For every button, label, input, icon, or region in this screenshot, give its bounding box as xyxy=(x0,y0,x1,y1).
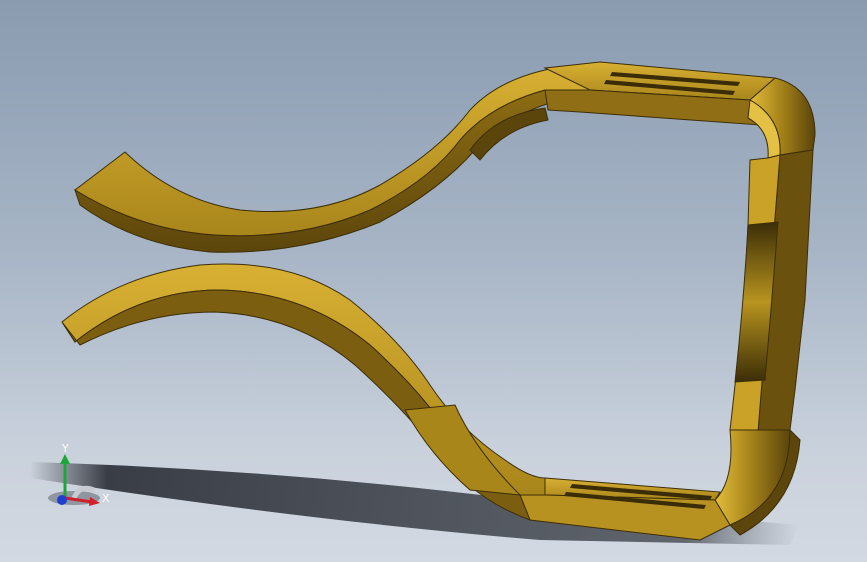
z-axis-dot-icon xyxy=(57,495,67,505)
3d-viewport[interactable]: Y X xyxy=(0,0,867,562)
axis-triad[interactable]: Y X xyxy=(40,440,120,510)
upper-arm-top xyxy=(74,63,601,237)
y-axis-label: Y xyxy=(61,442,69,455)
bottom-right-corner xyxy=(714,429,791,526)
x-axis-label: X xyxy=(102,492,110,505)
y-axis-arrow-icon xyxy=(60,454,70,464)
lower-arm-bend-shade xyxy=(404,404,522,496)
model-scene[interactable] xyxy=(0,0,867,562)
